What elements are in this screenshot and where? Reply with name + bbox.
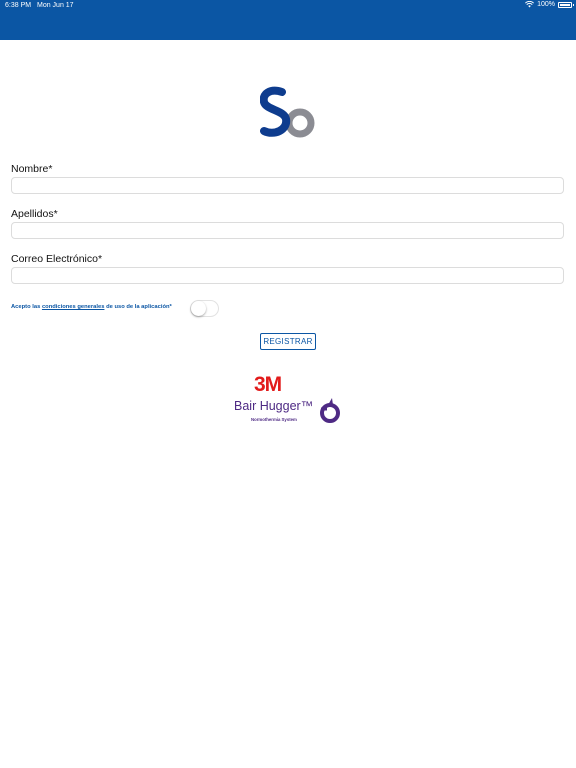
brand-logo: 3M Bair Hugger™ Normothermia System bbox=[232, 374, 344, 426]
status-time: 6:38 PM bbox=[5, 2, 32, 9]
terms-link[interactable]: condiciones generales bbox=[42, 304, 105, 310]
status-indicators: 100% bbox=[525, 1, 574, 8]
apellidos-input[interactable] bbox=[11, 222, 564, 239]
nombre-input[interactable] bbox=[11, 177, 564, 194]
brand-mark-icon bbox=[320, 398, 340, 423]
battery-icon bbox=[558, 1, 574, 8]
brand-3m-logo: 3M bbox=[254, 373, 282, 396]
status-date: Mon Jun 17 bbox=[37, 2, 74, 9]
terms-prefix: Acepto las bbox=[11, 304, 42, 310]
apellidos-label: Apellidos* bbox=[11, 208, 58, 220]
battery-percent: 100% bbox=[537, 1, 555, 8]
correo-input[interactable] bbox=[11, 267, 564, 284]
status-bar: 6:38 PM Mon Jun 17 100% bbox=[0, 0, 576, 40]
correo-label: Correo Electrónico* bbox=[11, 253, 103, 265]
brand-product-name: Bair Hugger™ bbox=[234, 399, 314, 413]
nombre-label: Nombre* bbox=[11, 163, 53, 175]
toggle-knob bbox=[191, 301, 206, 316]
terms-suffix: de uso de la aplicación* bbox=[104, 304, 172, 310]
wifi-icon bbox=[525, 1, 535, 8]
register-button[interactable]: REGISTRAR bbox=[260, 333, 316, 350]
brand-tagline: Normothermia System bbox=[251, 417, 297, 422]
app-logo bbox=[260, 86, 315, 138]
terms-toggle[interactable] bbox=[190, 300, 219, 317]
terms-text: Acepto las condiciones generales de uso … bbox=[11, 304, 172, 310]
